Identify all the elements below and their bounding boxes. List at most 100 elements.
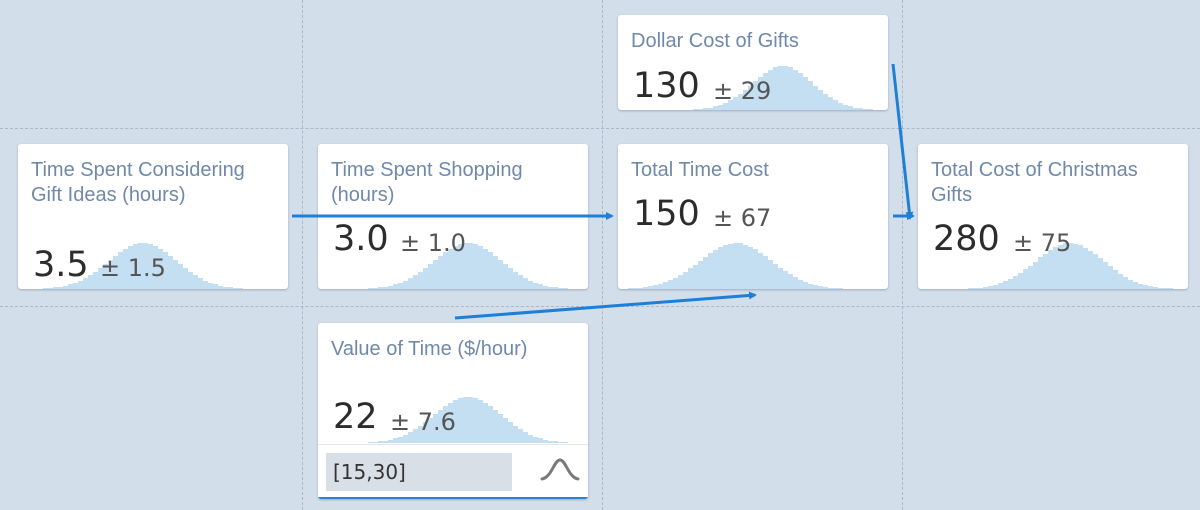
histogram-bar: [513, 272, 518, 289]
node-title: Total Time Cost: [631, 159, 769, 181]
node-total-cost-of-christmas-gifts[interactable]: Total Cost of Christmas Gifts 280 ± 75: [918, 144, 1188, 289]
node-uncertainty: ± 1.5: [100, 254, 166, 282]
histogram-bar: [208, 283, 213, 289]
distribution-input[interactable]: [326, 453, 512, 491]
node-uncertainty: ± 7.6: [390, 408, 456, 436]
histogram-bar: [213, 284, 218, 289]
histogram-bar: [663, 282, 668, 289]
grid-line: [0, 128, 1200, 129]
node-title: Time Spent Shopping (hours): [331, 159, 523, 206]
histogram-bar: [1093, 254, 1098, 289]
histogram-bar: [693, 109, 698, 110]
histogram-bar: [683, 272, 688, 289]
histogram-bar: [748, 247, 753, 289]
histogram-bar: [793, 277, 798, 289]
node-mean: 150: [633, 194, 700, 234]
histogram-bar: [648, 286, 653, 289]
histogram-bar: [798, 280, 803, 289]
histogram-bar: [1108, 266, 1113, 289]
histogram-bar: [1083, 248, 1088, 289]
normal-distribution-icon[interactable]: [540, 457, 580, 483]
histogram-bar: [698, 261, 703, 289]
histogram-bar: [1158, 288, 1163, 289]
grid-line: [0, 306, 1200, 307]
histogram-bar: [693, 265, 698, 289]
histogram-bar: [383, 287, 388, 289]
histogram-bar: [1008, 279, 1013, 289]
node-title: Value of Time ($/hour): [331, 338, 528, 360]
node-time-considering-gift-ideas[interactable]: Time Spent Considering Gift Ideas (hours…: [18, 144, 288, 289]
histogram-bar: [368, 442, 373, 443]
histogram-bar: [1143, 285, 1148, 289]
histogram-bar: [488, 252, 493, 289]
histogram-bar: [1003, 281, 1008, 289]
histogram-bar: [533, 283, 538, 289]
histogram-bar: [1028, 266, 1033, 289]
node-mean: 22: [333, 397, 378, 437]
histogram-bar: [418, 272, 423, 289]
histogram-bar: [823, 287, 828, 289]
histogram-bar: [58, 287, 63, 289]
node-dollar-cost-of-gifts[interactable]: Dollar Cost of Gifts 130 ± 29: [618, 15, 888, 110]
histogram-bar: [733, 243, 738, 289]
histogram-bar: [793, 70, 798, 110]
histogram-bar: [1033, 262, 1038, 289]
histogram-bar: [558, 288, 563, 289]
histogram-bar: [543, 440, 548, 443]
histogram-bar: [48, 288, 53, 289]
histogram-bar: [493, 256, 498, 289]
histogram-bar: [1098, 258, 1103, 289]
histogram-bar: [383, 441, 388, 443]
histogram-bar: [538, 438, 543, 443]
histogram-bar: [808, 81, 813, 110]
histogram-bar: [773, 264, 778, 289]
histogram-bar: [378, 287, 383, 289]
histogram-bar: [788, 67, 793, 110]
node-mean: 3.0: [333, 219, 389, 259]
histogram-bar: [193, 275, 198, 289]
histogram-bar: [723, 245, 728, 289]
histogram-bar: [773, 67, 778, 110]
histogram-bar: [1043, 254, 1048, 289]
node-total-time-cost[interactable]: Total Time Cost 150 ± 67: [618, 144, 888, 289]
histogram-bar: [198, 278, 203, 289]
histogram-bar: [433, 260, 438, 289]
histogram-bar: [1153, 287, 1158, 289]
histogram-bar: [1078, 245, 1083, 289]
histogram-bar: [853, 108, 858, 110]
histogram-bar: [563, 442, 568, 443]
histogram-bar: [1013, 276, 1018, 289]
histogram-bar: [1073, 244, 1078, 289]
histogram-bar: [503, 264, 508, 289]
histogram-bar: [1138, 284, 1143, 289]
grid-line: [302, 0, 303, 510]
node-value-of-time[interactable]: Value of Time ($/hour) 22 ± 7.6: [318, 323, 588, 499]
histogram-bar: [178, 264, 183, 289]
histogram-bar: [848, 106, 853, 110]
histogram-bar: [753, 249, 758, 289]
histogram-bar: [88, 275, 93, 289]
node-uncertainty: ± 75: [1013, 229, 1072, 257]
histogram-bar: [698, 109, 703, 110]
histogram-bar: [393, 284, 398, 289]
histogram-bar: [93, 272, 98, 289]
node-time-spent-shopping[interactable]: Time Spent Shopping (hours) 3.0 ± 1.0: [318, 144, 588, 289]
histogram-bar: [703, 108, 708, 110]
histogram-bar: [558, 442, 563, 443]
histogram-bar: [673, 278, 678, 289]
histogram-bar: [1103, 262, 1108, 289]
histogram-bar: [718, 105, 723, 110]
histogram-bar: [548, 287, 553, 289]
histogram-bar: [533, 437, 538, 443]
histogram-bar: [788, 274, 793, 289]
histogram-bar: [473, 244, 478, 289]
histogram-bar: [813, 285, 818, 289]
histogram-bar: [838, 288, 843, 289]
histogram-bar: [993, 285, 998, 289]
histogram-bar: [498, 260, 503, 289]
histogram-bar: [828, 97, 833, 110]
histogram-bar: [638, 288, 643, 289]
histogram-bar: [563, 288, 568, 289]
histogram-bar: [223, 287, 228, 289]
histogram-bar: [538, 284, 543, 289]
